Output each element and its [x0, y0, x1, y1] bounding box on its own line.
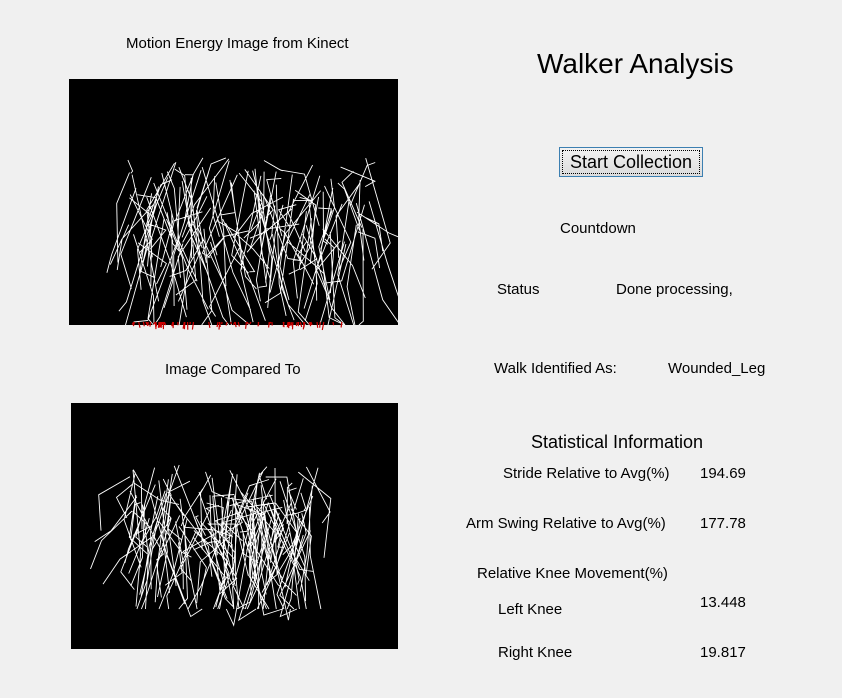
stats-heading: Statistical Information: [531, 432, 704, 452]
status-value: Done processing, displaying images: [616, 281, 735, 302]
status-label: Status: [497, 281, 540, 298]
comparison-image: [71, 403, 398, 649]
motion-energy-drawing: [106, 157, 398, 325]
arm-swing-label: Arm Swing Relative to Avg(%): [466, 515, 666, 532]
ground-mark: [131, 321, 343, 331]
right-knee-value: 19.817: [700, 644, 746, 661]
motion-trace: [90, 464, 332, 627]
left-knee-label: Left Knee: [498, 601, 563, 618]
stride-value: 194.69: [700, 465, 746, 482]
motion-trace: [106, 157, 398, 325]
countdown-label: Countdown: [560, 220, 636, 237]
walk-identified-value: Wounded_Leg: [668, 360, 766, 377]
status-value-box: Done processing, displaying images: [616, 280, 756, 302]
right-knee-label: Right Knee: [498, 644, 573, 661]
walk-identified-label: Walk Identified As:: [494, 360, 617, 377]
stride-label: Stride Relative to Avg(%): [503, 465, 670, 482]
knee-heading: Relative Knee Movement(%): [477, 565, 668, 582]
app-title: Walker Analysis: [537, 48, 734, 79]
ground-contact-marks: [131, 321, 343, 331]
left-knee-value: 13.448: [700, 594, 746, 611]
start-collection-button[interactable]: Start Collection: [559, 147, 703, 177]
mei-caption: Motion Energy Image from Kinect: [126, 35, 349, 52]
motion-energy-image: [69, 79, 398, 325]
comparison-drawing: [90, 464, 332, 627]
arm-swing-value: 177.78: [700, 515, 746, 532]
compare-caption: Image Compared To: [165, 361, 301, 378]
